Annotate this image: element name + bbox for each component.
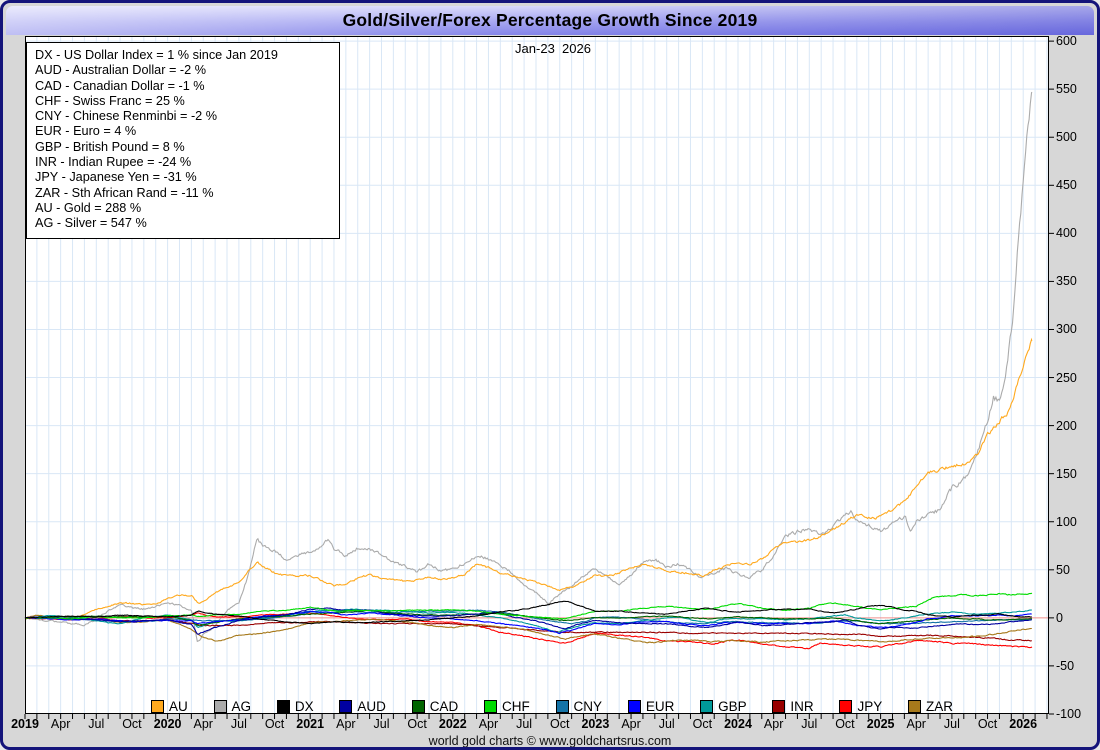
- date-label: Jan-23 2026: [515, 41, 591, 56]
- legend-swatch-cad-icon: [411, 699, 425, 713]
- info-box-line: DX - US Dollar Index = 1 % since Jan 201…: [35, 48, 278, 62]
- legend-swatch-aud-icon: [339, 699, 353, 713]
- y-axis-label-350: 350: [1056, 274, 1077, 289]
- info-box-line: CHF - Swiss Franc = 25 %: [35, 93, 185, 108]
- y-axis-label-450: 450: [1056, 178, 1077, 193]
- page-title: Gold/Silver/Forex Percentage Growth Sinc…: [342, 10, 758, 30]
- legend-label-eur: EUR: [645, 698, 675, 714]
- legend-swatch-eur-icon: [627, 699, 641, 713]
- y-axis-label-0: 0: [1056, 610, 1063, 625]
- legend-item-au: AU: [151, 699, 188, 714]
- legend-label-jpy: JPY: [857, 698, 883, 714]
- legend-label-gbp: GBP: [718, 698, 747, 714]
- legend-swatch-chf-icon: [483, 699, 497, 713]
- legend-item-aud: AUD: [339, 699, 386, 714]
- legend-item-dx: DX: [276, 698, 314, 714]
- y-axis-label--50: -50: [1056, 658, 1075, 673]
- info-box-line: INR - Indian Rupee = -24 %: [35, 155, 192, 170]
- legend-label-dx: DX: [294, 698, 314, 714]
- legend-swatch-ag-icon: [213, 699, 227, 713]
- legend-swatch-au-icon: [151, 699, 164, 713]
- y-axis-label-300: 300: [1056, 322, 1077, 337]
- legend-label-cny: CNY: [573, 698, 603, 714]
- legend-label-ag: AG: [231, 698, 252, 714]
- info-box-line: JPY - Japanese Yen = -31 %: [35, 170, 197, 185]
- info-box-line: CAD - Canadian Dollar = -1 %: [35, 78, 205, 93]
- legend-item-gbp: GBP: [700, 699, 747, 714]
- y-axis-label-400: 400: [1056, 226, 1077, 241]
- y-axis-label-200: 200: [1056, 418, 1077, 433]
- legend-label-aud: AUD: [357, 698, 386, 714]
- y-axis-label-500: 500: [1056, 130, 1077, 145]
- legend-item-inr: INR: [772, 698, 814, 714]
- legend-label-zar: ZAR: [925, 698, 953, 714]
- legend-swatch-gbp-icon: [700, 699, 714, 713]
- info-box: DX - US Dollar Index = 1 % since Jan 201…: [26, 42, 340, 239]
- info-box-line: CNY - Chinese Renminbi = -2 %: [35, 109, 218, 124]
- info-box-line: ZAR - Sth African Rand = -11 %: [35, 185, 214, 200]
- info-box-line: AU - Gold = 288 %: [35, 200, 142, 215]
- y-axis-label-600: 600: [1056, 34, 1077, 49]
- info-box-line: EUR - Euro = 4 %: [35, 124, 137, 139]
- legend-swatch-cny-icon: [555, 699, 569, 713]
- series-legend: AU AG DX AUD CAD CHF CNY EUR GBP INR JPY ZAR: [151, 698, 953, 714]
- y-axis-label--100: -100: [1056, 707, 1082, 721]
- legend-item-zar: ZAR: [907, 698, 953, 714]
- x-axis-label-2026: 2026: [1009, 717, 1038, 731]
- legend-label-chf: CHF: [501, 698, 530, 714]
- legend-swatch-dx-icon: [276, 699, 290, 713]
- legend-swatch-inr-icon: [772, 699, 786, 713]
- title-bar: Gold/Silver/Forex Percentage Growth Sinc…: [6, 6, 1094, 35]
- y-axis-label-50: 50: [1056, 562, 1070, 577]
- chart-widget: Gold/Silver/Forex Percentage Growth Sinc…: [0, 0, 1100, 750]
- y-axis-label-250: 250: [1056, 370, 1077, 385]
- y-axis-label-150: 150: [1056, 466, 1077, 481]
- legend-label-cad: CAD: [429, 698, 459, 714]
- y-axis-label-100: 100: [1056, 514, 1077, 529]
- info-box-line: GBP - British Pound = 8 %: [35, 139, 185, 154]
- info-box-line: AG - Silver = 547 %: [35, 216, 147, 231]
- legend-item-chf: CHF: [483, 698, 530, 714]
- legend-item-jpy: JPY: [839, 699, 882, 714]
- legend-item-cad: CAD: [411, 698, 459, 714]
- legend-item-cny: CNY: [555, 698, 603, 714]
- legend-item-eur: EUR: [627, 698, 675, 714]
- legend-item-ag: AG: [213, 698, 252, 714]
- legend-label-inr: INR: [790, 698, 814, 714]
- legend-swatch-zar-icon: [907, 699, 921, 713]
- footer-credit: world gold charts © www.goldchartsrus.co…: [428, 734, 672, 748]
- legend-swatch-jpy-icon: [839, 699, 853, 713]
- info-box-line: AUD - Australian Dollar = -2 %: [35, 63, 206, 78]
- legend-label-au: AU: [169, 698, 188, 714]
- y-axis-label-550: 550: [1056, 82, 1077, 97]
